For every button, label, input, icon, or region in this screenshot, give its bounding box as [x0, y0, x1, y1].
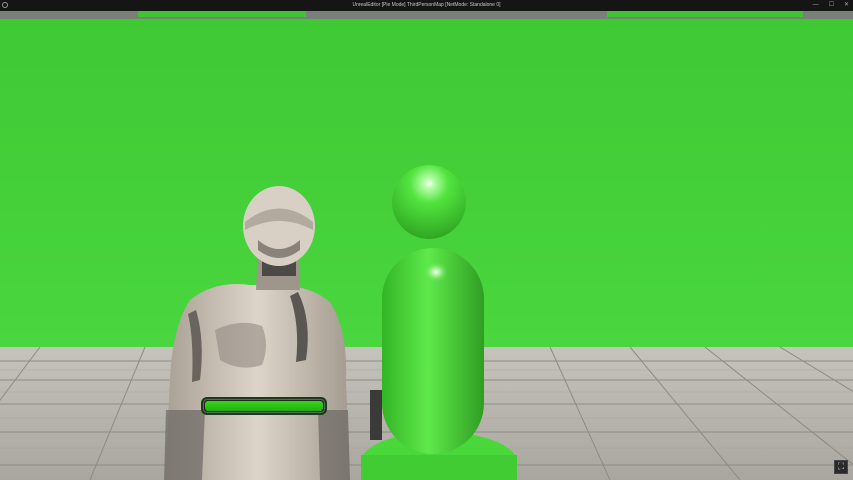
window-controls: — ☐ ✕ [813, 0, 849, 11]
game-viewport[interactable] [0, 11, 853, 480]
minimize-icon[interactable]: — [813, 0, 819, 11]
health-bar-fill [205, 401, 323, 411]
title-bar: UnrealEditor [Pie Mode] ThirdPersonMap [… [0, 0, 853, 11]
close-icon[interactable]: ✕ [844, 0, 849, 11]
window-title: UnrealEditor [Pie Mode] ThirdPersonMap [… [352, 2, 501, 8]
health-bar [201, 397, 327, 415]
viewport-options-icon[interactable]: ⛶ [834, 460, 848, 474]
green-sphere [392, 165, 466, 239]
maximize-icon[interactable]: ☐ [829, 0, 834, 11]
